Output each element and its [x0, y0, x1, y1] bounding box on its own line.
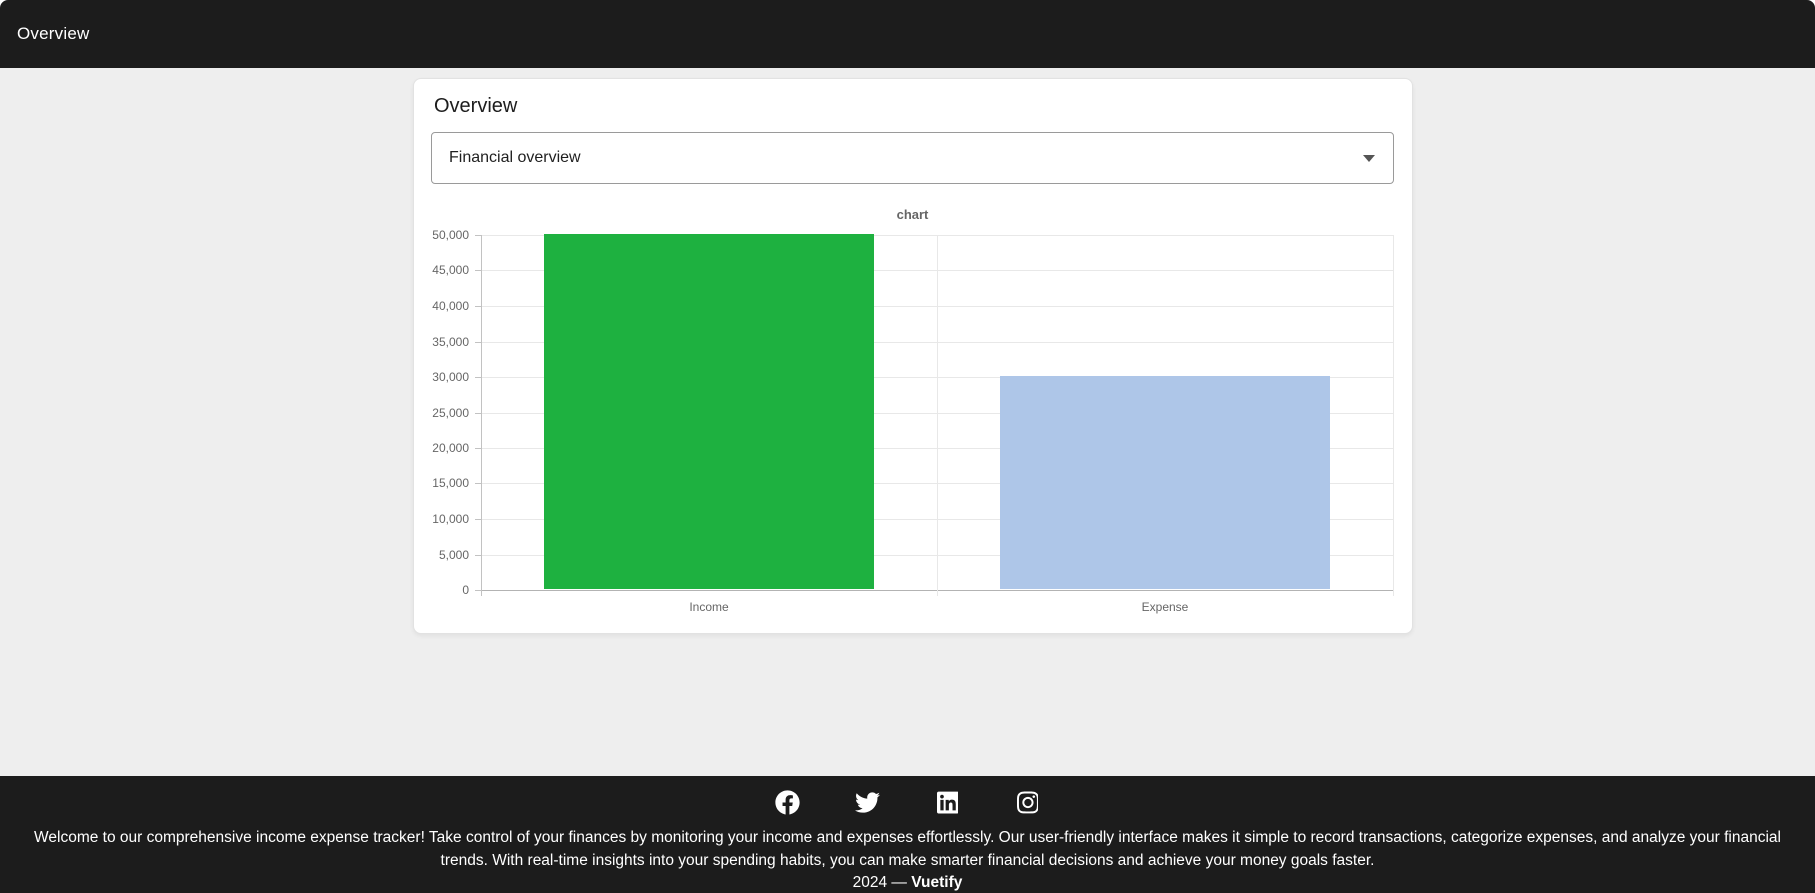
x-axis-label: Expense: [1141, 600, 1189, 614]
social-icons-row: [774, 787, 1042, 817]
brand-name: Vuetify: [911, 874, 963, 891]
card-title: Overview: [434, 95, 518, 117]
chart-title: chart: [896, 207, 929, 222]
app-bar-title: Overview: [17, 24, 90, 43]
plot-area: 0 5,000 10,000 15,000 20,000 25,000 30,000 35,0…: [432, 228, 1394, 614]
y-tick-label: 5,000: [438, 548, 469, 562]
y-tick-label: 50,000: [432, 228, 469, 242]
footer-copyright: 2024 — Vuetify: [853, 874, 963, 892]
select-value: Financial overview: [449, 149, 581, 166]
main-content: Overview Financial overview chart 0 5,000…: [0, 68, 1815, 776]
y-tick-label: 0: [462, 583, 469, 597]
instagram-icon[interactable]: [1014, 788, 1042, 816]
category-boundary-line: [1393, 235, 1394, 596]
twitter-icon[interactable]: [854, 788, 882, 816]
category-boundary-line: [937, 235, 938, 596]
y-tick-label: 25,000: [432, 406, 469, 420]
y-tick-label: 40,000: [432, 299, 469, 313]
menu-down-icon: [1363, 154, 1375, 162]
report-type-select[interactable]: Financial overview: [431, 132, 1394, 184]
y-tick-label: 30,000: [432, 370, 469, 384]
y-axis-line: [481, 235, 482, 596]
footer: Welcome to our comprehensive income expe…: [0, 776, 1815, 893]
chart: chart 0 5,000 10,000 15,000 20,000 25,000 30,0…: [431, 199, 1394, 619]
page: { "app_bar": { "title": "Overview" }, "c…: [0, 0, 1815, 893]
footer-description: Welcome to our comprehensive income expe…: [34, 829, 1781, 869]
y-tick-label: 45,000: [432, 263, 469, 277]
bar-expense[interactable]: [1000, 376, 1330, 589]
linkedin-icon[interactable]: [934, 788, 962, 816]
y-tick-label: 20,000: [432, 441, 469, 455]
overview-card: Overview Financial overview chart 0 5,000…: [413, 78, 1413, 634]
y-tick-label: 15,000: [432, 476, 469, 490]
y-tick-label: 10,000: [432, 512, 469, 526]
bar-income[interactable]: [544, 234, 874, 589]
x-axis-label: Income: [689, 600, 729, 614]
y-tick-label: 35,000: [432, 335, 469, 349]
facebook-icon[interactable]: [774, 788, 802, 816]
app-bar: Overview: [0, 0, 1815, 68]
copyright-year: 2024 —: [852, 874, 907, 891]
